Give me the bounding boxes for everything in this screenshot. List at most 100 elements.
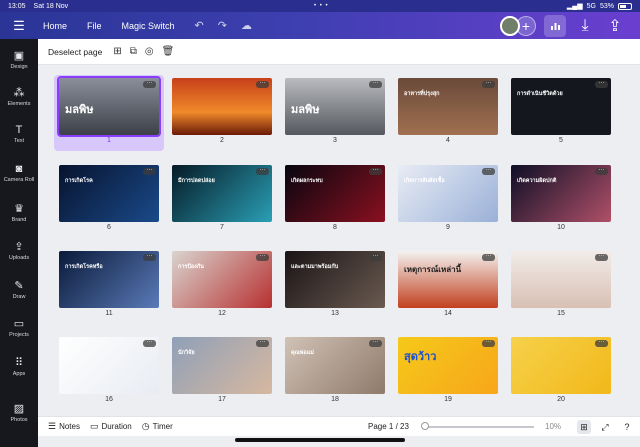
more-options-icon[interactable]: ···: [369, 339, 382, 347]
magic-switch-menu[interactable]: Magic Switch: [122, 21, 175, 31]
page-thumbnail[interactable]: การเกิดโรคหรือ ···: [59, 251, 159, 308]
hide-page-icon[interactable]: ◎: [145, 46, 154, 57]
undo-icon[interactable]: ↶: [195, 19, 204, 32]
page-card-7[interactable]: มีการปลดปล่อย ··· 7: [167, 162, 277, 236]
more-options-icon[interactable]: ···: [369, 253, 382, 261]
duplicate-page-icon[interactable]: ⧉: [130, 46, 137, 57]
more-options-icon[interactable]: ···: [595, 339, 608, 347]
page-thumbnail[interactable]: การป้องกัน ···: [172, 251, 272, 308]
share-icon[interactable]: ⇪: [604, 15, 626, 37]
page-thumbnail[interactable]: เกิดผลกระทบ ···: [285, 165, 385, 222]
page-number: 16: [105, 396, 113, 403]
analytics-icon[interactable]: [544, 14, 566, 37]
notes-button[interactable]: ☰ Notes: [48, 421, 80, 432]
more-options-icon[interactable]: ···: [256, 339, 269, 347]
page-card-2[interactable]: ··· 2: [167, 75, 277, 149]
page-thumbnail[interactable]: อาหารที่ปรุงสุก ···: [398, 78, 498, 135]
page-thumbnail[interactable]: การดำเนินชีวิตด้วย ···: [511, 78, 611, 135]
page-thumbnail[interactable]: ···: [511, 337, 611, 394]
zoom-slider[interactable]: [424, 426, 534, 428]
sidebar-item-brand[interactable]: ♛ Brand: [0, 202, 38, 223]
page-card-11[interactable]: การเกิดโรคหรือ ··· 11: [54, 248, 164, 322]
more-options-icon[interactable]: ···: [256, 80, 269, 88]
sidebar-item-draw[interactable]: ✎ Draw: [0, 279, 38, 300]
page-card-9[interactable]: เกิดการสัมผัสเชื้อ ··· 9: [393, 162, 503, 236]
file-menu[interactable]: File: [87, 21, 102, 31]
page-card-19[interactable]: สุดว้าว ··· 19: [393, 334, 503, 408]
page-card-1[interactable]: มลพิษ ··· 1: [54, 75, 164, 151]
page-thumbnail[interactable]: นักวิจัย ···: [172, 337, 272, 394]
sidebar-item-uploads[interactable]: ⇪ Uploads: [0, 240, 38, 261]
page-card-13[interactable]: และตามมาพร้อมกับ ··· 13: [280, 248, 390, 322]
grid-view-icon[interactable]: ⊞: [577, 420, 591, 434]
page-card-8[interactable]: เกิดผลกระทบ ··· 8: [280, 162, 390, 236]
fullscreen-icon[interactable]: ⤢: [598, 420, 612, 434]
more-options-icon[interactable]: ···: [369, 167, 382, 175]
more-options-icon[interactable]: ···: [143, 253, 156, 261]
delete-page-icon[interactable]: 🗑: [162, 46, 175, 57]
duration-button[interactable]: ▭ Duration: [90, 421, 132, 432]
page-card-16[interactable]: ··· 16: [54, 334, 164, 408]
timer-button[interactable]: ◷ Timer: [142, 421, 173, 432]
sidebar-item-elements[interactable]: ⁂ Elements: [0, 86, 38, 107]
slide-title: การเกิดโรค: [65, 178, 93, 184]
page-thumbnail[interactable]: ···: [172, 78, 272, 135]
multitask-dots[interactable]: • • •: [314, 3, 329, 9]
page-thumbnail[interactable]: ···: [511, 251, 611, 308]
page-thumbnail[interactable]: และตามมาพร้อมกับ ···: [285, 251, 385, 308]
upload-icon: ⇪: [14, 241, 24, 253]
sidebar-item-apps[interactable]: ⠿ Apps: [0, 356, 38, 377]
page-card-15[interactable]: ··· 15: [506, 248, 616, 322]
more-options-icon[interactable]: ···: [256, 167, 269, 175]
page-thumbnail[interactable]: มีการปลดปล่อย ···: [172, 165, 272, 222]
page-thumbnail[interactable]: เกิดการสัมผัสเชื้อ ···: [398, 165, 498, 222]
cloud-sync-icon[interactable]: ☁: [241, 19, 252, 32]
page-thumbnail[interactable]: เกิดความผิดปกติ ···: [511, 165, 611, 222]
more-options-icon[interactable]: ···: [143, 339, 156, 347]
sidebar-item-text[interactable]: T Text: [0, 124, 38, 144]
page-card-4[interactable]: อาหารที่ปรุงสุก ··· 4: [393, 75, 503, 149]
page-thumbnail[interactable]: สุดว้าว ···: [398, 337, 498, 394]
page-card-6[interactable]: การเกิดโรค ··· 6: [54, 162, 164, 236]
more-options-icon[interactable]: ···: [143, 167, 156, 175]
more-options-icon[interactable]: ···: [256, 253, 269, 261]
more-options-icon[interactable]: ···: [595, 167, 608, 175]
more-options-icon[interactable]: ···: [482, 80, 495, 88]
page-thumbnail[interactable]: มลพิษ ···: [285, 78, 385, 135]
sidebar-item-camera-roll[interactable]: ◙ Camera Roll: [0, 163, 38, 183]
hamburger-icon[interactable]: ☰: [0, 18, 38, 34]
sidebar-item-design[interactable]: ▣ Design: [0, 49, 38, 70]
zoom-slider-knob[interactable]: [421, 422, 429, 430]
page-thumbnail[interactable]: การเกิดโรค ···: [59, 165, 159, 222]
page-thumbnail[interactable]: มลพิษ ···: [57, 76, 161, 137]
more-options-icon[interactable]: ···: [369, 80, 382, 88]
more-options-icon[interactable]: ···: [143, 80, 156, 88]
download-icon[interactable]: ⤓: [574, 15, 596, 37]
more-options-icon[interactable]: ···: [482, 167, 495, 175]
help-icon[interactable]: ?: [620, 420, 634, 434]
page-card-10[interactable]: เกิดความผิดปกติ ··· 10: [506, 162, 616, 236]
redo-icon[interactable]: ↷: [218, 19, 227, 32]
page-card-3[interactable]: มลพิษ ··· 3: [280, 75, 390, 149]
more-options-icon[interactable]: ···: [482, 339, 495, 347]
sidebar-item-projects[interactable]: ▭ Projects: [0, 317, 38, 338]
more-options-icon[interactable]: ···: [482, 253, 495, 261]
page-thumbnail[interactable]: เหตุการณ์เหล่านี้ ···: [398, 251, 498, 308]
page-card-5[interactable]: การดำเนินชีวิตด้วย ··· 5: [506, 75, 616, 149]
more-options-icon[interactable]: ···: [595, 253, 608, 261]
home-menu[interactable]: Home: [43, 21, 67, 31]
page-card-20[interactable]: ··· 20: [506, 334, 616, 408]
more-options-icon[interactable]: ···: [595, 80, 608, 88]
avatar[interactable]: [500, 15, 520, 36]
sidebar-item-photos[interactable]: ▨ Photos: [0, 402, 38, 423]
deselect-page-button[interactable]: Deselect page: [48, 47, 102, 57]
page-thumbnail[interactable]: คุณพ่อแม่ ···: [285, 337, 385, 394]
page-card-17[interactable]: นักวิจัย ··· 17: [167, 334, 277, 408]
page-toolbar: Deselect page ⊞ ⧉ ◎ 🗑: [38, 39, 640, 65]
page-card-12[interactable]: การป้องกัน ··· 12: [167, 248, 277, 322]
sidebar-item-label: Camera Roll: [3, 177, 35, 183]
page-card-14[interactable]: เหตุการณ์เหล่านี้ ··· 14: [393, 248, 503, 322]
page-thumbnail[interactable]: ···: [59, 337, 159, 394]
page-card-18[interactable]: คุณพ่อแม่ ··· 18: [280, 334, 390, 408]
add-page-icon[interactable]: ⊞: [113, 46, 121, 57]
